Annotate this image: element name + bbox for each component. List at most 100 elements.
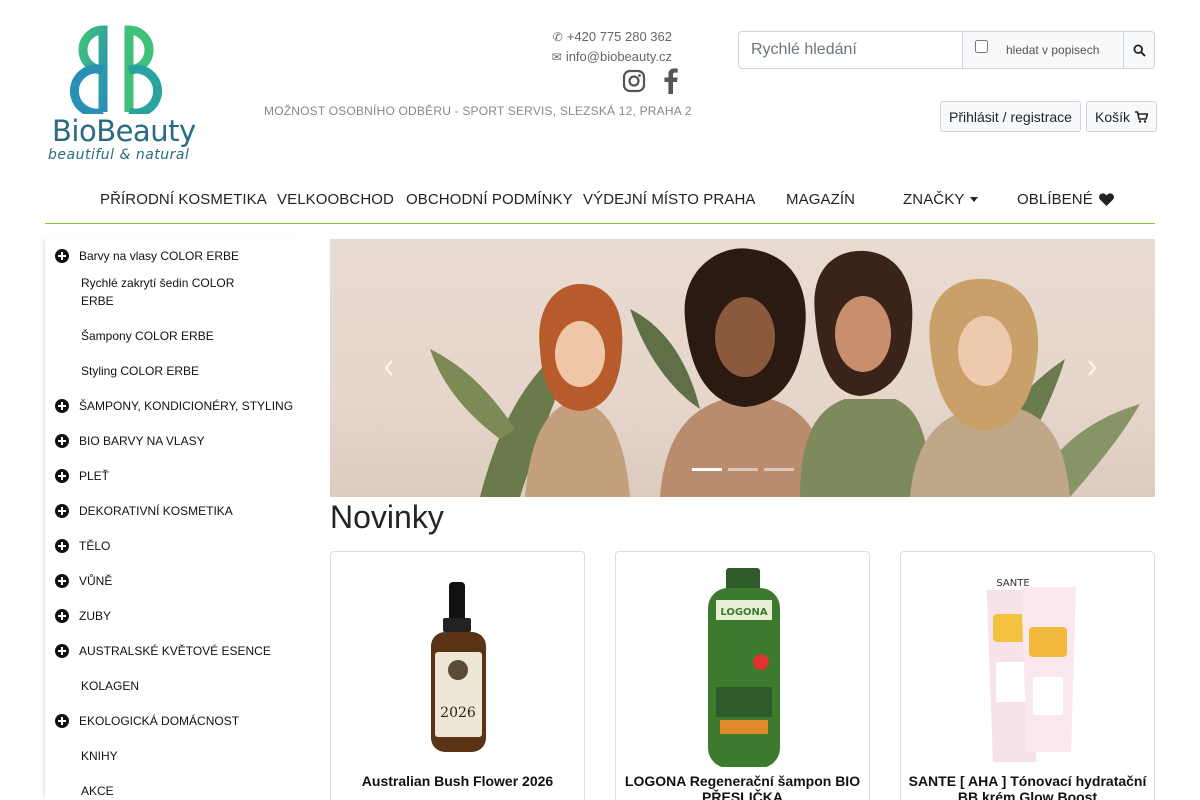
nav-label: PŘÍRODNÍ KOSMETIKA (100, 191, 267, 208)
plus-icon[interactable] (55, 574, 69, 588)
search-descriptions-label: hledat v popisech (1006, 43, 1100, 57)
cart-button[interactable]: Košík (1086, 101, 1158, 132)
sidebar-item-plet[interactable]: PLEŤ (55, 467, 110, 485)
brand-logo[interactable]: BioBeauty beautiful & natural (46, 14, 206, 164)
sidebar-item-bio-barvy[interactable]: BIO BARVY NA VLASY (55, 432, 205, 450)
plus-icon[interactable] (55, 399, 69, 413)
product-card[interactable]: SANTE SANTE [ AHA ] Tónovací hydratační … (900, 551, 1155, 800)
contact-info: ✆ +420 775 280 362 ✉ info@biobeauty.cz (552, 27, 672, 67)
cart-label: Košík (1095, 108, 1131, 125)
nav-label: OBLÍBENÉ (1017, 191, 1093, 208)
social-links (622, 68, 678, 94)
chevron-down-icon (970, 197, 979, 202)
cart-icon (1135, 110, 1149, 123)
search-bar: hledat v popisech (738, 31, 1155, 69)
search-descriptions-checkbox[interactable] (975, 39, 988, 53)
sidebar-item-label: ŠAMPONY, KONDICIONÉRY, STYLING (79, 399, 294, 413)
sidebar-item-vune[interactable]: VŮNĚ (55, 572, 113, 590)
sidebar-item-label: Barvy na vlasy COLOR ERBE (79, 249, 240, 263)
plus-icon[interactable] (55, 249, 69, 263)
instagram-icon[interactable] (622, 69, 646, 93)
chevron-right-icon (1088, 360, 1097, 376)
product-card[interactable]: 2026 Australian Bush Flower 2026 (330, 551, 585, 800)
sidebar-item-akce[interactable]: AKCE (81, 782, 241, 800)
carousel-indicator-2[interactable] (728, 468, 758, 471)
product-card[interactable]: LOGONA LOGONA Regenerační šampon BIO PŘE… (615, 551, 870, 800)
plus-icon[interactable] (55, 434, 69, 448)
sidebar-item-dekorativni[interactable]: DEKORATIVNÍ KOSMETIKA (55, 502, 233, 520)
facebook-icon[interactable] (664, 68, 678, 94)
nav-label: VÝDEJNÍ MÍSTO PRAHA (583, 191, 756, 208)
contact-phone[interactable]: +420 775 280 362 (567, 27, 672, 47)
product-image: LOGONA (708, 568, 780, 767)
phone-icon: ✆ (552, 30, 563, 44)
product-image: SANTE (986, 572, 1076, 762)
nav-label: MAGAZÍN (786, 191, 856, 208)
main-nav: PŘÍRODNÍ KOSMETIKA VELKOOBCHOD OBCHODNÍ … (45, 180, 1155, 224)
sidebar-item-label: EKOLOGICKÁ DOMÁCNOST (79, 714, 240, 728)
sidebar-item-telo[interactable]: TĚLO (55, 537, 111, 555)
nav-label: ZNAČKY (903, 191, 965, 208)
nav-item-obchodni-podminky[interactable]: OBCHODNÍ PODMÍNKY (406, 191, 573, 208)
carousel-indicators (692, 468, 794, 471)
envelope-icon: ✉ (551, 50, 562, 64)
sidebar-subitem-sampony-color-erbe[interactable]: Šampony COLOR ERBE (81, 327, 241, 345)
page: BioBeauty beautiful & natural ✆ +420 775… (0, 0, 1200, 800)
brand-tagline: beautiful & natural (48, 147, 190, 163)
sidebar-item-label: BIO BARVY NA VLASY (79, 434, 205, 448)
sidebar-item-kolagen[interactable]: KOLAGEN (81, 677, 241, 695)
nav-item-oblibene[interactable]: OBLÍBENÉ (1017, 191, 1114, 208)
product-title: LOGONA Regenerační šampon BIO PŘESLIČKA (624, 773, 861, 800)
product-image: 2026 (431, 582, 486, 752)
sidebar-item-barvy-color-erbe[interactable]: Barvy na vlasy COLOR ERBE (55, 247, 240, 265)
brand-name: BioBeauty (52, 114, 196, 148)
sidebar-subitem-rychle-zakryti[interactable]: Rychlé zakrytí šedin COLOR ERBE (81, 274, 241, 310)
nav-label: VELKOOBCHOD (277, 191, 394, 208)
sidebar-item-australske[interactable]: AUSTRALSKÉ KVĚTOVÉ ESENCE (55, 642, 271, 660)
pickup-info: MOŽNOST OSOBNÍHO ODBĚRU - SPORT SERVIS, … (264, 104, 692, 118)
search-in-descriptions[interactable]: hledat v popisech (963, 31, 1125, 69)
product-label-text: 2026 (440, 705, 476, 721)
hero-carousel[interactable] (330, 239, 1155, 497)
sidebar-item-label: VŮNĚ (79, 574, 113, 588)
nav-item-magazin[interactable]: MAGAZÍN (786, 191, 855, 208)
sidebar-item-label: TĚLO (79, 539, 111, 553)
sidebar-item-ekologicka[interactable]: EKOLOGICKÁ DOMÁCNOST (55, 712, 240, 730)
plus-icon[interactable] (55, 469, 69, 483)
login-button[interactable]: Přihlásit / registrace (940, 101, 1081, 132)
search-icon (1133, 43, 1146, 57)
nav-item-velkoobchod[interactable]: VELKOOBCHOD (277, 191, 394, 208)
hero-image (430, 248, 1140, 497)
chevron-left-icon (384, 360, 393, 376)
sidebar-item-label: PLEŤ (79, 469, 110, 483)
section-title-novinky: Novinky (330, 499, 444, 535)
product-label-text: LOGONA (720, 607, 768, 618)
plus-icon[interactable] (55, 609, 69, 623)
sidebar-item-zuby[interactable]: ZUBY (55, 607, 112, 625)
nav-label: OBCHODNÍ PODMÍNKY (406, 191, 573, 208)
logo-mark-icon (69, 25, 163, 114)
login-label: Přihlásit / registrace (949, 108, 1072, 125)
heart-icon (1098, 193, 1114, 206)
category-sidebar: Barvy na vlasy COLOR ERBE Rychlé zakrytí… (45, 238, 310, 800)
carousel-indicator-3[interactable] (764, 468, 794, 471)
sidebar-item-knihy[interactable]: KNIHY (81, 747, 241, 765)
sidebar-subitem-styling-color-erbe[interactable]: Styling COLOR ERBE (81, 362, 241, 380)
search-button[interactable] (1124, 31, 1155, 69)
nav-item-znacky[interactable]: ZNAČKY (903, 191, 979, 208)
search-input[interactable] (738, 31, 963, 69)
product-title: Australian Bush Flower 2026 (361, 773, 554, 789)
sidebar-item-label: AUSTRALSKÉ KVĚTOVÉ ESENCE (79, 644, 271, 658)
plus-icon[interactable] (55, 539, 69, 553)
product-title: SANTE [ AHA ] Tónovací hydratační BB kré… (908, 773, 1147, 800)
plus-icon[interactable] (55, 644, 69, 658)
plus-icon[interactable] (55, 504, 69, 518)
plus-icon[interactable] (55, 714, 69, 728)
sidebar-item-sampony[interactable]: ŠAMPONY, KONDICIONÉRY, STYLING (55, 397, 294, 415)
sidebar-item-label: DEKORATIVNÍ KOSMETIKA (79, 504, 233, 518)
nav-item-vydejni-misto[interactable]: VÝDEJNÍ MÍSTO PRAHA (583, 191, 756, 208)
nav-item-prirodni-kosmetika[interactable]: PŘÍRODNÍ KOSMETIKA (100, 191, 267, 208)
carousel-indicator-1[interactable] (692, 468, 722, 471)
contact-email[interactable]: info@biobeauty.cz (566, 47, 672, 67)
sidebar-item-label: ZUBY (79, 609, 112, 623)
